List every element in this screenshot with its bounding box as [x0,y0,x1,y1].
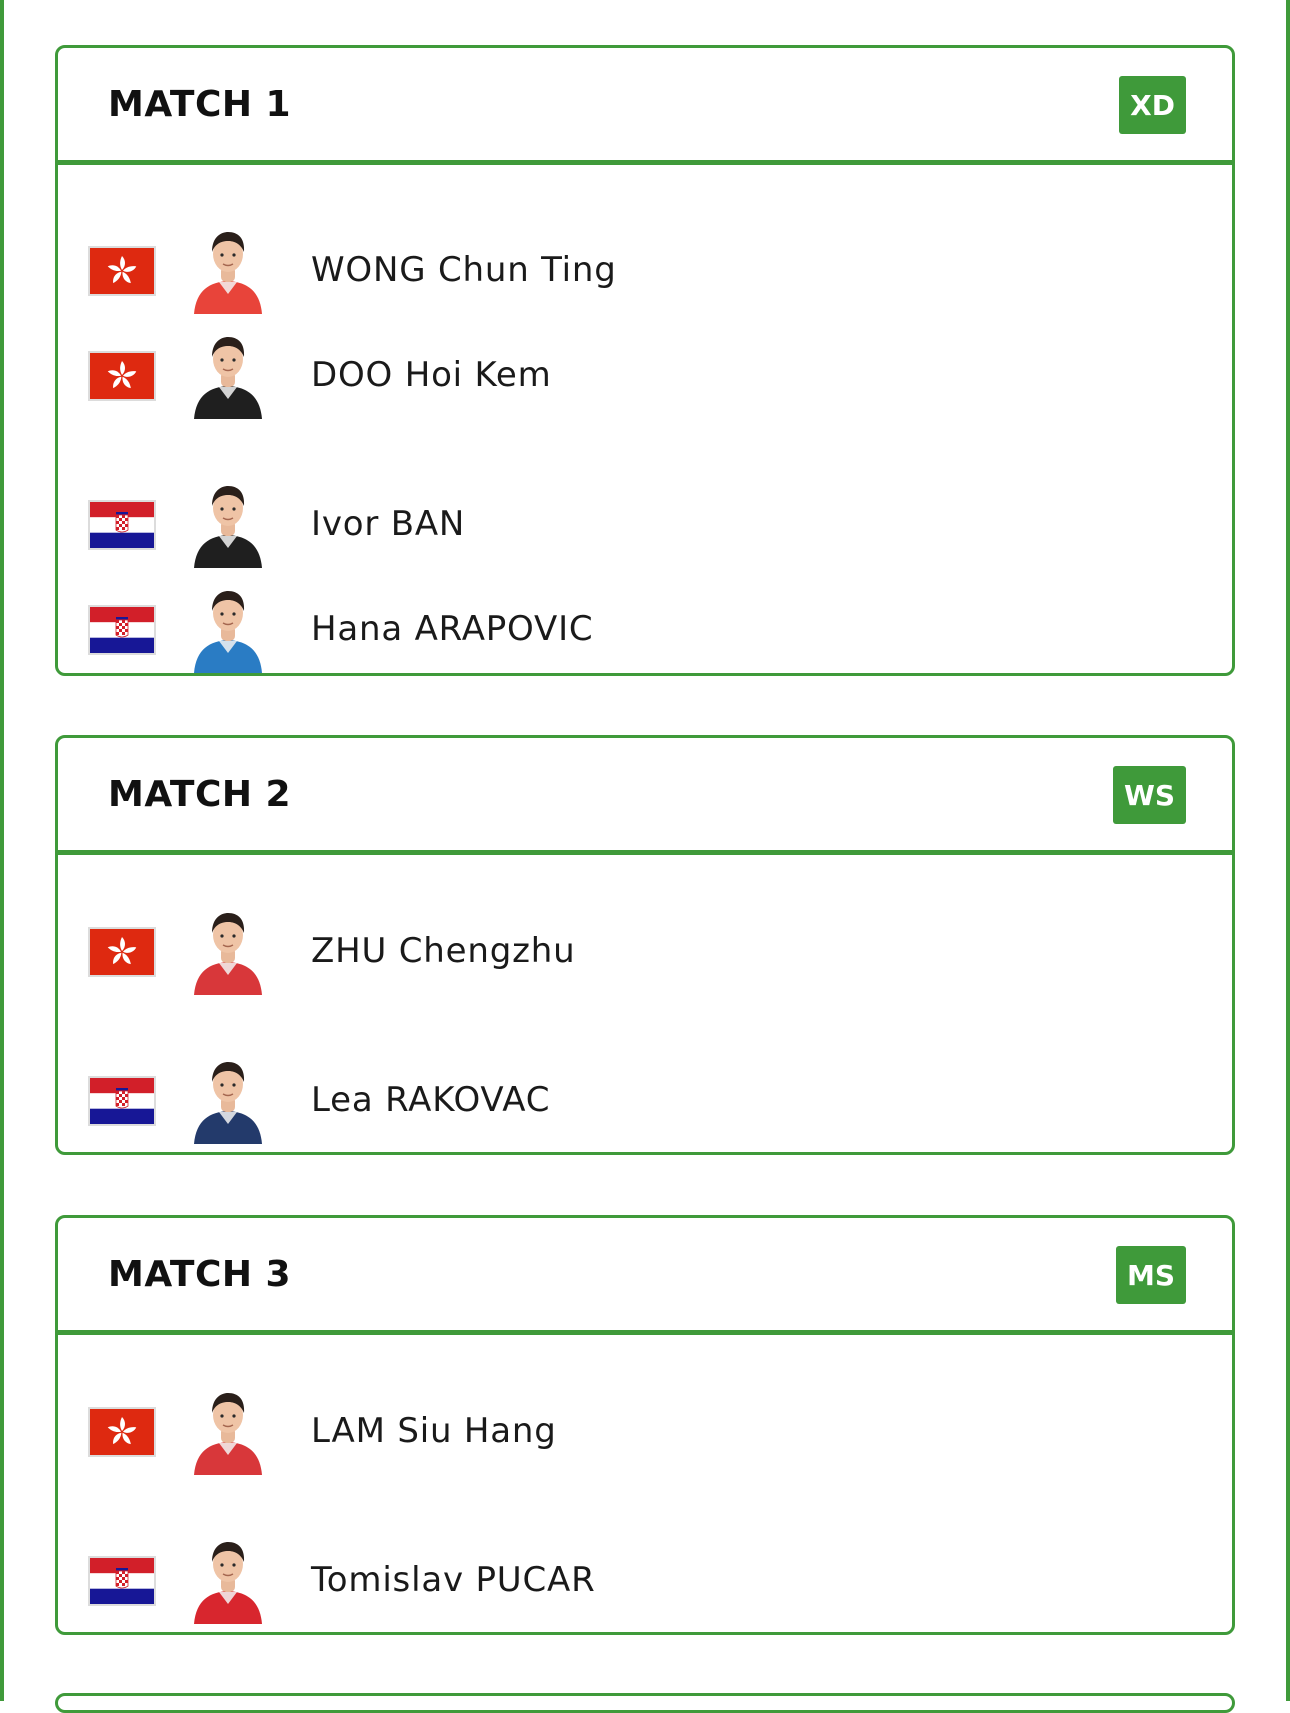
player-name[interactable]: ZHU Chengzhu [311,931,575,971]
croatia-flag-icon [88,500,156,550]
player-avatar [188,1534,268,1624]
match-card-1[interactable]: MATCH 1 XD WONG Chun Ting DOO Hoi Kem Iv… [55,45,1235,676]
event-badge: XD [1119,76,1186,134]
player-avatar [188,478,268,568]
player-avatar [188,224,268,314]
croatia-flag-icon [88,1556,156,1606]
player-name[interactable]: DOO Hoi Kem [311,355,552,395]
player-avatar [188,905,268,995]
player-name[interactable]: Hana ARAPOVIC [311,609,593,649]
hong-kong-flag-icon [88,246,156,296]
croatia-flag-icon [88,1076,156,1126]
match-title: MATCH 2 [108,774,292,815]
event-badge: WS [1112,766,1186,824]
hong-kong-flag-icon [88,351,156,401]
player-avatar [188,583,268,673]
event-badge: MS [1115,1246,1186,1304]
match-header: MATCH 3 MS [58,1218,1232,1335]
match-card-2[interactable]: MATCH 2 WS ZHU Chengzhu Lea RAKOVAC [55,735,1235,1155]
player-name[interactable]: Tomislav PUCAR [311,1560,596,1600]
next-match-card-edge [55,1693,1235,1713]
player-name[interactable]: Lea RAKOVAC [311,1080,550,1120]
player-name[interactable]: Ivor BAN [311,504,465,544]
player-name[interactable]: LAM Siu Hang [311,1411,557,1451]
match-card-3[interactable]: MATCH 3 MS LAM Siu Hang Tomislav PUCAR [55,1215,1235,1635]
match-header: MATCH 2 WS [58,738,1232,855]
match-title: MATCH 1 [108,84,292,125]
hong-kong-flag-icon [88,1407,156,1457]
croatia-flag-icon [88,605,156,655]
player-avatar [188,329,268,419]
player-avatar [188,1385,268,1475]
hong-kong-flag-icon [88,927,156,977]
match-title: MATCH 3 [108,1254,292,1295]
player-avatar [188,1054,268,1144]
match-header: MATCH 1 XD [58,48,1232,165]
player-name[interactable]: WONG Chun Ting [311,250,617,290]
